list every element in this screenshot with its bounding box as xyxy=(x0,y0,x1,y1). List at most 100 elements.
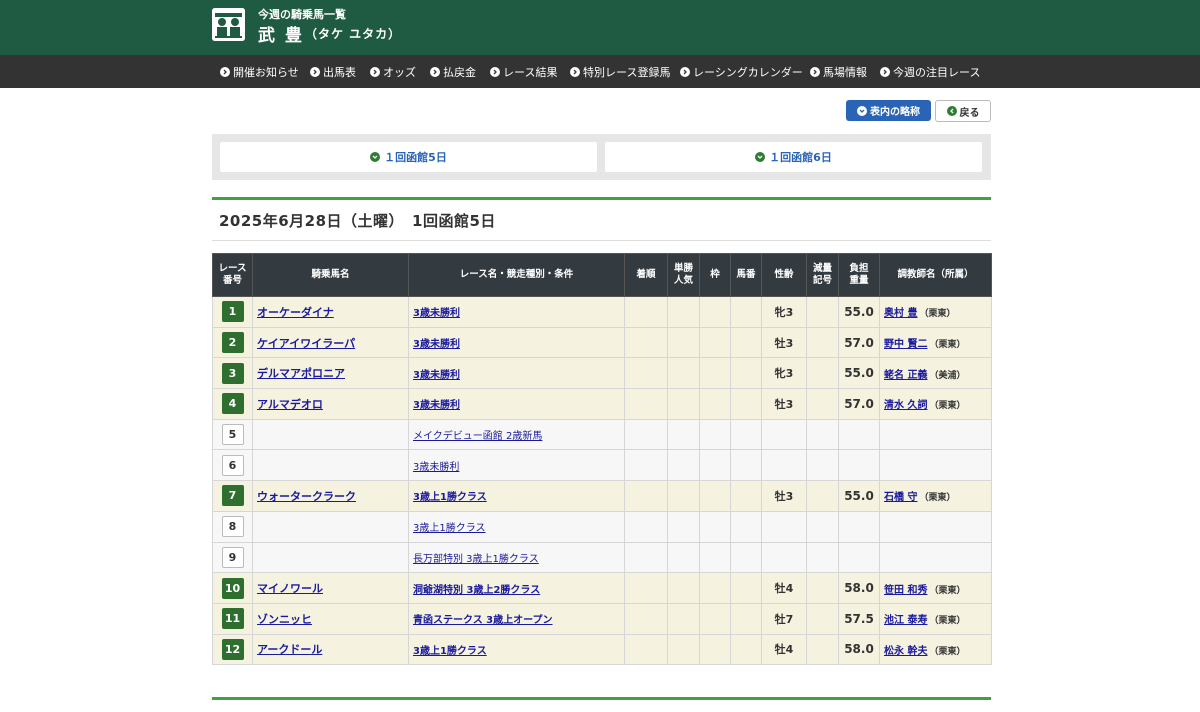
horse-cell xyxy=(252,418,409,451)
horse-link[interactable]: アルマデオロ xyxy=(257,398,323,411)
race-number-badge[interactable]: 1 xyxy=(221,301,244,323)
nav-item-racing-calendar[interactable]: レーシングカレンダー xyxy=(680,64,803,80)
race-number-badge[interactable]: 11 xyxy=(221,608,244,630)
waku-cell xyxy=(699,572,731,604)
popularity-cell xyxy=(667,572,700,604)
popularity-cell xyxy=(667,633,700,666)
race-number-badge[interactable]: 8 xyxy=(221,516,244,538)
race-number-badge[interactable]: 2 xyxy=(221,332,244,354)
trainer-link[interactable]: 蛯名 正義 xyxy=(884,370,927,381)
race-link[interactable]: 3歳未勝利 xyxy=(413,400,460,411)
trainer-affiliation: （栗東） xyxy=(929,585,966,596)
race-number-badge[interactable]: 12 xyxy=(221,638,244,660)
umaban-cell xyxy=(730,480,762,512)
trainer-cell: 松永 幹夫 （栗東） xyxy=(879,633,992,666)
race-link[interactable]: 3歳未勝利 xyxy=(413,462,459,473)
waku-cell xyxy=(699,418,731,451)
nav-item-odds[interactable]: オッズ xyxy=(370,64,416,80)
sexage-cell: 牡3 xyxy=(761,326,807,359)
race-link[interactable]: 洞爺湖特別 3歳上2勝クラス xyxy=(413,585,540,596)
horse-link[interactable]: ウォータークラーク xyxy=(257,490,356,503)
race-number-badge[interactable]: 9 xyxy=(221,546,244,568)
chevron-down-icon xyxy=(370,152,381,162)
rides-table: レース 番号 騎乗馬名 レース名・競走種別・条件 着順 単勝 人気 枠 馬番 性齢 … xyxy=(212,253,992,666)
tab-hakodate-day6[interactable]: １回函館6日 xyxy=(605,142,982,172)
trainer-link[interactable]: 清水 久詞 xyxy=(884,400,927,411)
nav-item-results[interactable]: レース結果 xyxy=(490,64,557,80)
chevron-right-icon xyxy=(810,67,820,77)
nav-item-track-info[interactable]: 馬場情報 xyxy=(810,64,867,80)
trainer-affiliation: （栗東） xyxy=(929,340,966,351)
nav-label: オッズ xyxy=(383,66,416,79)
col-reduce: 減量 記号 xyxy=(806,253,839,297)
trainer-cell: 野中 賢二 （栗東） xyxy=(879,326,992,359)
popularity-cell xyxy=(667,602,700,635)
reduce-cell xyxy=(806,388,839,420)
chevron-right-icon xyxy=(490,67,500,77)
reduce-cell xyxy=(806,572,839,604)
chevron-right-icon xyxy=(430,67,440,77)
race-number-cell: 2 xyxy=(212,326,253,359)
jockey-name: 武 豊 xyxy=(258,26,304,46)
race-number-badge[interactable]: 7 xyxy=(221,485,244,507)
col-race-no: レース 番号 xyxy=(212,253,253,297)
horse-link[interactable]: アークドール xyxy=(257,643,322,656)
reduce-cell xyxy=(806,633,839,666)
race-link[interactable]: 3歳上1勝クラス xyxy=(413,523,486,534)
nav-item-announcements[interactable]: 開催お知らせ xyxy=(220,64,299,80)
nav-item-entries[interactable]: 出馬表 xyxy=(310,64,356,80)
trainer-link[interactable]: 松永 幹夫 xyxy=(884,646,927,657)
chevron-left-icon xyxy=(946,106,957,116)
race-number-cell: 11 xyxy=(212,602,253,635)
trainer-link[interactable]: 石橋 守 xyxy=(884,492,917,503)
race-link[interactable]: メイクデビュー函館 2歳新馬 xyxy=(413,431,542,442)
abbreviations-button[interactable]: 表内の略称 xyxy=(846,100,931,121)
race-number-badge[interactable]: 4 xyxy=(221,393,244,415)
weight-cell xyxy=(838,510,880,543)
section-divider xyxy=(212,197,991,200)
nav-item-payouts[interactable]: 払戻金 xyxy=(430,64,476,80)
trainer-cell: 清水 久詞 （栗東） xyxy=(879,388,992,420)
nav-item-special-registrations[interactable]: 特別レース登録馬 xyxy=(570,64,670,80)
waku-cell xyxy=(699,326,731,359)
col-sexage: 性齢 xyxy=(761,253,807,297)
horse-link[interactable]: オーケーダイナ xyxy=(257,306,334,319)
horse-cell xyxy=(252,449,409,482)
nav-item-featured-races[interactable]: 今週の注目レース xyxy=(880,64,980,80)
race-number-badge[interactable]: 3 xyxy=(221,362,244,384)
race-link[interactable]: 3歳未勝利 xyxy=(413,339,460,350)
horse-cell: オーケーダイナ xyxy=(252,296,409,328)
horse-link[interactable]: デルマアポロニア xyxy=(257,367,345,380)
horse-cell: マイノワール xyxy=(252,572,409,604)
race-link[interactable]: 3歳未勝利 xyxy=(413,308,460,319)
race-cell: 洞爺湖特別 3歳上2勝クラス xyxy=(408,572,625,604)
chevron-down-icon xyxy=(755,152,766,162)
horse-link[interactable]: ゾンニッヒ xyxy=(257,613,312,626)
horse-cell: ゾンニッヒ xyxy=(252,602,409,635)
umaban-cell xyxy=(730,418,762,451)
finish-cell xyxy=(624,326,668,359)
trainer-link[interactable]: 奥村 豊 xyxy=(884,308,917,319)
race-number-badge[interactable]: 6 xyxy=(221,454,244,476)
trainer-link[interactable]: 池江 泰寿 xyxy=(884,615,927,626)
tab-hakodate-day5[interactable]: １回函館5日 xyxy=(220,142,597,172)
horse-link[interactable]: ケイアイワイラーパ xyxy=(257,337,355,350)
race-link[interactable]: 長万部特別 3歳上1勝クラス xyxy=(413,554,539,565)
trainer-cell: 池江 泰寿 （栗東） xyxy=(879,602,992,635)
trainer-link[interactable]: 笹田 和秀 xyxy=(884,585,927,596)
jockey-logo-icon[interactable] xyxy=(212,8,245,41)
sexage-cell: 牡7 xyxy=(761,602,807,635)
race-cell: 3歳未勝利 xyxy=(408,326,625,359)
trainer-affiliation: （栗東） xyxy=(929,616,966,627)
race-link[interactable]: 3歳上1勝クラス xyxy=(413,492,487,503)
trainer-link[interactable]: 野中 賢二 xyxy=(884,339,927,350)
horse-link[interactable]: マイノワール xyxy=(257,582,323,595)
race-link[interactable]: 青函ステークス 3歳上オープン xyxy=(413,615,553,626)
race-link[interactable]: 3歳上1勝クラス xyxy=(413,646,487,657)
race-number-badge[interactable]: 10 xyxy=(221,577,244,599)
umaban-cell xyxy=(730,296,762,328)
back-button[interactable]: 戻る xyxy=(935,100,991,122)
horse-cell: デルマアポロニア xyxy=(252,357,409,390)
race-link[interactable]: 3歳未勝利 xyxy=(413,370,460,381)
race-number-badge[interactable]: 5 xyxy=(221,424,244,446)
